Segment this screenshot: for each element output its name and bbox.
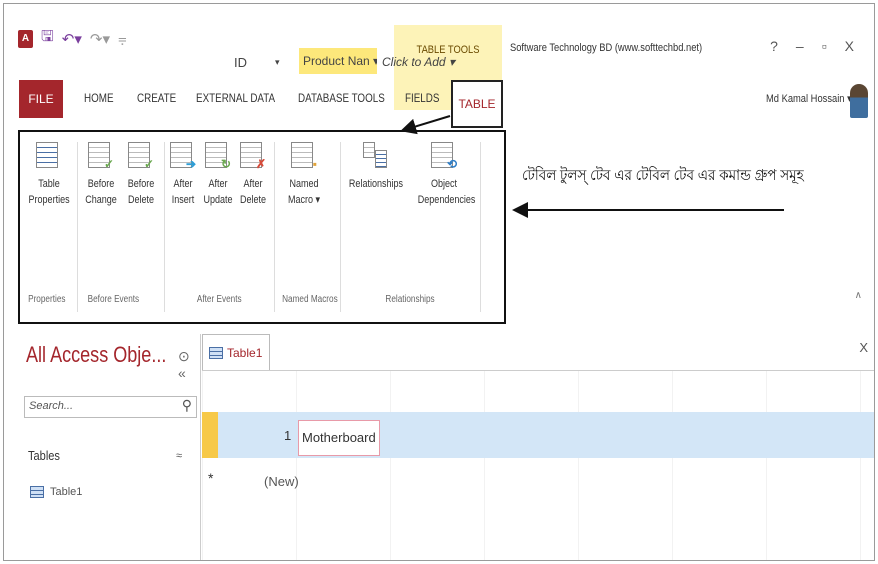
column-header-id[interactable]: ID ▾ xyxy=(234,50,280,74)
row-selector[interactable] xyxy=(202,412,218,458)
tables-group-header[interactable]: Tables xyxy=(28,448,60,463)
nav-pane-title[interactable]: All Access Obje... xyxy=(26,342,166,368)
search-input[interactable]: Search... ⚲ xyxy=(24,396,197,418)
close-document-icon[interactable]: X xyxy=(859,340,868,355)
table-icon xyxy=(209,346,223,359)
datasheet-grid xyxy=(202,370,874,560)
annotation-text: টেবিল টুলস্ টেব এর টেবিল টেব এর কমান্ড গ… xyxy=(522,167,804,184)
cell-product-name[interactable]: Motherboard xyxy=(298,420,380,456)
document-tab-table1[interactable]: Table1 xyxy=(202,334,270,370)
collapse-group-icon[interactable]: ≈ xyxy=(176,450,182,462)
navigation-pane: All Access Obje... ⊙ « Search... ⚲ Table… xyxy=(18,334,201,560)
search-icon[interactable]: ⚲ xyxy=(182,397,192,414)
new-record-label[interactable]: (New) xyxy=(264,474,299,489)
nav-options-icon[interactable]: ⊙ « xyxy=(178,348,200,381)
access-window: A 🖫 ↶▾ ↷▾ ⩦ TABLE TOOLS Software Technol… xyxy=(3,3,875,561)
nav-item-table1[interactable]: Table1 xyxy=(30,486,82,498)
column-header-product-name[interactable]: Product Nan ▾ xyxy=(299,48,377,74)
arrow-to-table-tab xyxy=(400,115,451,135)
new-record-marker: * xyxy=(208,470,214,486)
collapse-ribbon-icon[interactable]: ∧ xyxy=(855,290,862,301)
table-icon xyxy=(30,486,44,498)
cell-id[interactable]: 1 xyxy=(284,428,291,443)
search-placeholder: Search... xyxy=(29,400,74,412)
column-header-click-to-add[interactable]: Click to Add ▾ xyxy=(382,50,455,74)
